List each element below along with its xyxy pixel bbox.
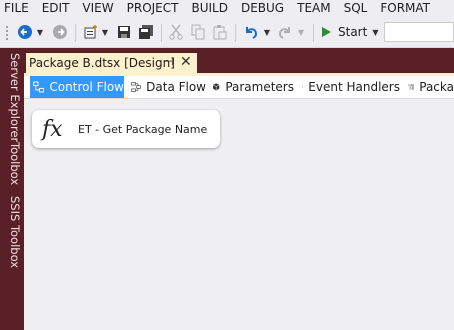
menu-bar: FILE EDIT VIEW PROJECT BUILD DEBUG TEAM … [0, 0, 454, 17]
new-project-button[interactable] [82, 23, 100, 41]
toolbar-separator [313, 24, 314, 42]
start-debugging-button[interactable]: Start ▼ [320, 23, 380, 41]
copy-button[interactable] [189, 23, 207, 41]
tab-data-flow-label: Data Flow [146, 80, 206, 94]
back-button[interactable] [15, 23, 35, 41]
expression-task[interactable]: fx ET - Get Package Name [32, 110, 220, 148]
tab-package-explorer-label: Packa [419, 80, 454, 94]
task-label: ET - Get Package Name [78, 122, 208, 136]
save-all-button[interactable] [136, 23, 156, 41]
start-dropdown-icon: ▼ [372, 27, 379, 37]
menu-format[interactable]: FORMAT [376, 0, 439, 17]
forward-arrow-icon [53, 25, 67, 39]
save-icon [118, 26, 130, 38]
new-project-icon [84, 25, 97, 39]
menu-project[interactable]: PROJECT [123, 0, 188, 17]
redo-dropdown[interactable]: ▼ [296, 23, 306, 41]
toolbar-separator [161, 24, 162, 42]
tab-parameters-label: Parameters [225, 80, 294, 94]
close-icon[interactable]: ✕ [180, 53, 192, 71]
event-handlers-icon [302, 86, 304, 88]
control-flow-icon [33, 81, 45, 93]
tab-event-handlers-label: Event Handlers [308, 80, 400, 94]
menu-debug[interactable]: DEBUG [237, 0, 293, 17]
undo-icon [246, 27, 258, 39]
undo-button[interactable] [242, 23, 260, 41]
solution-configuration-box[interactable] [384, 22, 454, 42]
tool-window-strip: Server Explorer Toolbox SSIS Toolbox [0, 48, 24, 330]
tab-package-explorer[interactable]: Packa [406, 76, 454, 98]
start-label: Start [338, 25, 368, 39]
toolbox-tab[interactable]: Toolbox [2, 142, 22, 185]
tab-control-flow-label: Control Flow [49, 80, 124, 94]
standard-toolbar: ▼ ▼ ▼ ▼ Start ▼ [0, 17, 454, 48]
menu-file[interactable]: FILE [0, 0, 38, 17]
tab-data-flow[interactable]: Data Flow [128, 76, 206, 98]
tab-event-handlers[interactable]: Event Handlers [300, 76, 400, 98]
undo-dropdown[interactable]: ▼ [262, 23, 272, 41]
back-dropdown[interactable]: ▼ [35, 23, 45, 41]
forward-button[interactable] [50, 23, 70, 41]
document-tab[interactable]: Package B.dtsx [Design] ⊣ ✕ [26, 53, 197, 73]
pin-icon[interactable]: ⊣ [164, 55, 174, 68]
new-dropdown[interactable]: ▼ [100, 23, 110, 41]
parameters-icon [212, 83, 220, 91]
redo-button[interactable] [276, 23, 294, 41]
cut-icon [169, 24, 183, 40]
menu-edit[interactable]: EDIT [38, 0, 79, 17]
ssis-toolbox-tab[interactable]: SSIS Toolbox [2, 196, 22, 268]
tab-parameters[interactable]: Parameters [210, 76, 294, 98]
document-tab-title: Package B.dtsx [Design] [29, 56, 175, 70]
toolbar-grip[interactable] [5, 25, 9, 41]
package-explorer-icon [408, 84, 414, 90]
paste-icon [213, 25, 227, 40]
tab-control-flow[interactable]: Control Flow [30, 76, 124, 98]
copy-icon [191, 24, 205, 40]
paste-button[interactable] [211, 23, 229, 41]
play-icon [322, 27, 331, 37]
expression-task-icon: fx [42, 116, 63, 142]
menu-view[interactable]: VIEW [78, 0, 122, 17]
redo-icon [278, 27, 290, 39]
menu-team[interactable]: TEAM [293, 0, 339, 17]
toolbar-separator [235, 24, 236, 42]
designer-tab-strip: Control Flow Data Flow Parameters Event … [24, 76, 454, 99]
cut-button[interactable] [167, 23, 185, 41]
back-arrow-icon [18, 25, 32, 39]
save-button[interactable] [115, 23, 133, 41]
data-flow-icon [131, 82, 141, 92]
server-explorer-tab[interactable]: Server Explorer [2, 53, 22, 142]
menu-sql[interactable]: SQL [340, 0, 377, 17]
menu-build[interactable]: BUILD [187, 0, 236, 17]
save-all-icon [139, 25, 153, 39]
toolbar-separator [75, 24, 76, 42]
